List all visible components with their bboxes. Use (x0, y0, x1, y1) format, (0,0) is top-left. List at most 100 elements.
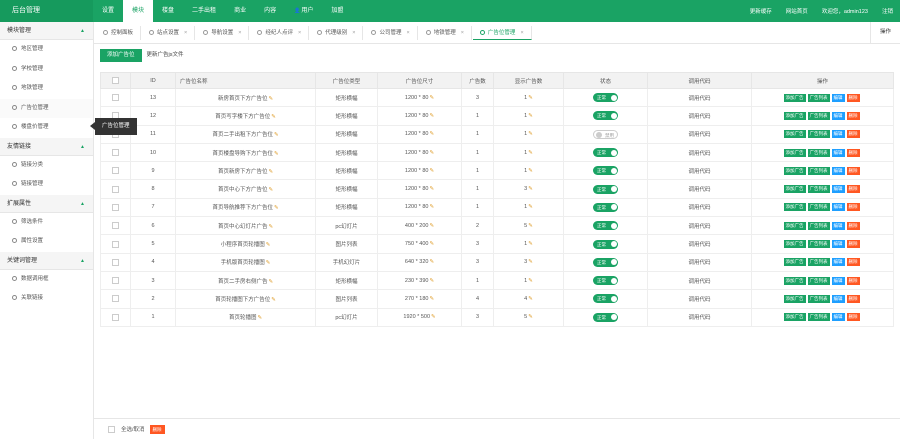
sidebar-item[interactable]: 地区管理 (0, 40, 93, 60)
top-nav-item[interactable]: 加盟 (322, 0, 352, 22)
add-ad-button[interactable]: 添加广告 (783, 130, 806, 139)
top-nav-item[interactable]: 设置 (93, 0, 123, 22)
add-ad-button[interactable]: 添加广告 (783, 313, 806, 322)
edit-button[interactable]: 编辑 (831, 221, 845, 230)
sidebar-item[interactable]: 数据调用框 (0, 270, 93, 290)
pencil-icon[interactable]: ✎ (274, 132, 279, 138)
row-checkbox[interactable] (112, 185, 119, 193)
pencil-icon[interactable]: ✎ (429, 168, 434, 174)
add-ad-button[interactable]: 添加广告 (783, 203, 806, 212)
pencil-icon[interactable]: ✎ (431, 314, 436, 320)
add-ad-slot-button[interactable]: 添加广告位 (100, 48, 142, 62)
row-checkbox[interactable] (112, 94, 119, 102)
pencil-icon[interactable]: ✎ (528, 278, 533, 284)
status-toggle[interactable]: 正常 (593, 294, 618, 304)
pencil-icon[interactable]: ✎ (271, 114, 276, 120)
sidebar-group-header[interactable]: 扩展属性 ▲ (0, 194, 93, 213)
sidebar-item[interactable]: 地铁管理 (0, 79, 93, 99)
pencil-icon[interactable]: ✎ (268, 279, 273, 285)
row-checkbox[interactable] (112, 277, 119, 285)
status-toggle[interactable]: 正常 (593, 202, 618, 212)
row-checkbox[interactable] (112, 222, 119, 230)
edit-button[interactable]: 编辑 (831, 185, 845, 194)
site-home-link[interactable]: 网站首页 (779, 7, 815, 15)
pencil-icon[interactable]: ✎ (528, 186, 533, 192)
edit-button[interactable]: 编辑 (831, 313, 845, 322)
sidebar-group-header[interactable]: 友情链接 ▲ (0, 137, 93, 156)
ad-list-button[interactable]: 广告列表 (807, 276, 830, 285)
top-nav-item[interactable]: 楼盘 (153, 0, 183, 22)
status-toggle[interactable]: 禁用 (593, 129, 618, 139)
delete-button[interactable]: 删除 (846, 93, 860, 102)
add-ad-button[interactable]: 添加广告 (783, 148, 806, 157)
edit-button[interactable]: 编辑 (831, 294, 845, 303)
tab-item[interactable]: 站点设置 × (142, 25, 196, 40)
row-checkbox[interactable] (112, 240, 119, 248)
row-checkbox[interactable] (112, 167, 119, 175)
ad-list-button[interactable]: 广告列表 (807, 313, 830, 322)
add-ad-button[interactable]: 添加广告 (783, 294, 806, 303)
add-ad-button[interactable]: 添加广告 (783, 258, 806, 267)
sidebar-item[interactable]: 关联链接 (0, 289, 93, 309)
tab-item[interactable]: 导航设置 × (196, 25, 250, 40)
top-nav-item[interactable]: 二手出租 (183, 0, 225, 22)
edit-button[interactable]: 编辑 (831, 166, 845, 175)
logout-link[interactable]: 注销 (875, 7, 900, 15)
tab-item[interactable]: 地铁管理 × (419, 25, 472, 40)
delete-button[interactable]: 删除 (846, 148, 860, 157)
add-ad-button[interactable]: 添加广告 (783, 185, 806, 194)
status-toggle[interactable]: 正常 (593, 239, 618, 249)
sidebar-group-header[interactable]: 关键词管理 ▲ (0, 251, 93, 270)
pencil-icon[interactable]: ✎ (429, 131, 434, 137)
pencil-icon[interactable]: ✎ (528, 168, 533, 174)
top-nav-item[interactable]: 👤用户 (285, 0, 322, 22)
pencil-icon[interactable]: ✎ (257, 315, 262, 321)
pencil-icon[interactable]: ✎ (528, 259, 533, 265)
edit-button[interactable]: 编辑 (831, 276, 845, 285)
delete-button[interactable]: 删除 (846, 313, 860, 322)
pencil-icon[interactable]: ✎ (271, 297, 276, 303)
delete-button[interactable]: 删除 (846, 276, 860, 285)
close-icon[interactable]: × (461, 30, 464, 36)
status-toggle[interactable]: 正常 (593, 257, 618, 267)
clear-cache-link[interactable]: 更新缓存 (743, 7, 779, 15)
sidebar-item[interactable]: 链接管理 (0, 175, 93, 195)
close-icon[interactable]: × (238, 30, 241, 36)
pencil-icon[interactable]: ✎ (528, 113, 533, 119)
ad-list-button[interactable]: 广告列表 (807, 294, 830, 303)
pencil-icon[interactable]: ✎ (266, 260, 271, 266)
edit-button[interactable]: 编辑 (831, 148, 845, 157)
pencil-icon[interactable]: ✎ (429, 223, 434, 229)
tab-item[interactable]: 控制面板 (96, 25, 142, 40)
pencil-icon[interactable]: ✎ (274, 205, 279, 211)
add-ad-button[interactable]: 添加广告 (783, 166, 806, 175)
pencil-icon[interactable]: ✎ (274, 151, 279, 157)
row-checkbox[interactable] (112, 258, 119, 266)
row-checkbox[interactable] (112, 313, 119, 321)
pencil-icon[interactable]: ✎ (268, 96, 273, 102)
status-toggle[interactable]: 正常 (593, 276, 618, 286)
delete-button[interactable]: 删除 (846, 294, 860, 303)
pencil-icon[interactable]: ✎ (429, 241, 434, 247)
tab-item[interactable]: 经纪人点评 × (250, 25, 310, 40)
tab-item[interactable]: 代理级别 × (310, 25, 364, 40)
pencil-icon[interactable]: ✎ (429, 95, 434, 101)
sidebar-item[interactable]: 楼盘价管理 (0, 118, 93, 138)
edit-button[interactable]: 编辑 (831, 111, 845, 120)
pencil-icon[interactable]: ✎ (429, 186, 434, 192)
select-all-checkbox[interactable] (108, 425, 115, 433)
close-icon[interactable]: × (298, 30, 301, 36)
pencil-icon[interactable]: ✎ (429, 278, 434, 284)
row-checkbox[interactable] (112, 149, 119, 157)
ad-list-button[interactable]: 广告列表 (807, 203, 830, 212)
status-toggle[interactable]: 正常 (593, 111, 618, 121)
add-ad-button[interactable]: 添加广告 (783, 240, 806, 249)
pencil-icon[interactable]: ✎ (429, 150, 434, 156)
pencil-icon[interactable]: ✎ (429, 113, 434, 119)
sidebar-group-header[interactable]: 模块管理 ▲ (0, 22, 93, 40)
delete-button[interactable]: 删除 (846, 185, 860, 194)
delete-button[interactable]: 删除 (846, 111, 860, 120)
tab-item[interactable]: 公司管理 × (364, 25, 418, 40)
delete-button[interactable]: 删除 (846, 258, 860, 267)
header-checkbox[interactable] (112, 77, 119, 84)
